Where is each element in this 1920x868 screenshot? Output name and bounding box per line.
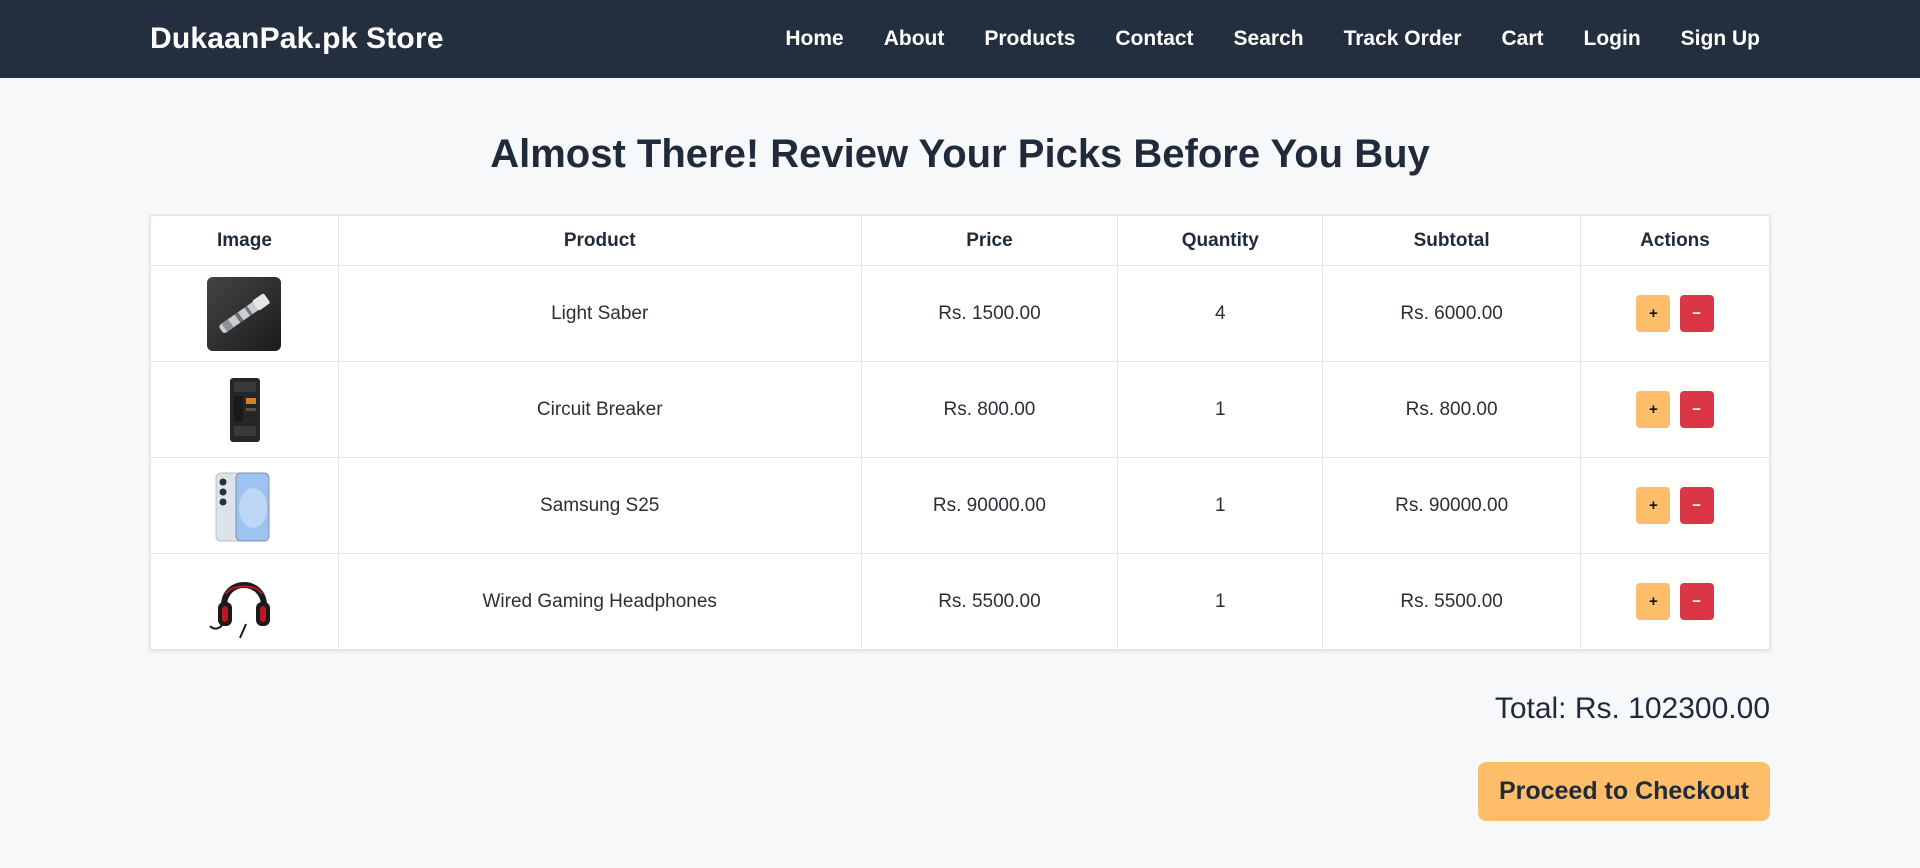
increase-quantity-button[interactable]: + [1636, 583, 1671, 620]
nav-home[interactable]: Home [785, 27, 843, 51]
decrease-quantity-button[interactable]: − [1679, 583, 1714, 620]
product-subtotal: Rs. 800.00 [1322, 361, 1582, 458]
product-quantity: 1 [1117, 553, 1324, 650]
product-name: Samsung S25 [337, 457, 862, 554]
product-subtotal: Rs. 90000.00 [1322, 457, 1582, 554]
nav-cart[interactable]: Cart [1502, 27, 1544, 51]
product-price: Rs. 5500.00 [860, 553, 1119, 650]
circuit-breaker-image [206, 372, 282, 448]
increase-quantity-button[interactable]: + [1636, 391, 1671, 428]
increase-quantity-button[interactable]: + [1636, 487, 1671, 524]
nav-contact[interactable]: Contact [1115, 27, 1193, 51]
product-name: Wired Gaming Headphones [337, 553, 862, 650]
product-quantity: 1 [1117, 457, 1324, 554]
decrease-quantity-button[interactable]: − [1679, 295, 1714, 332]
proceed-to-checkout-button[interactable]: Proceed to Checkout [1477, 762, 1770, 821]
decrease-quantity-button[interactable]: − [1679, 391, 1714, 428]
product-name: Circuit Breaker [337, 361, 862, 458]
checkout-row: Proceed to Checkout [150, 762, 1770, 821]
cart-total: Total: Rs. 102300.00 [1494, 692, 1770, 725]
product-name: Light Saber [337, 265, 862, 362]
header-actions: Actions [1580, 215, 1770, 266]
samsung-phone-image [206, 468, 282, 544]
header-product: Product [337, 215, 862, 266]
brand-logo[interactable]: DukaanPak.pk Store [150, 22, 444, 56]
table-row: Light Saber Rs. 1500.00 4 Rs. 6000.00 + … [150, 265, 1770, 362]
table-row: Samsung S25 Rs. 90000.00 1 Rs. 90000.00 … [150, 457, 1770, 554]
nav-track-order[interactable]: Track Order [1344, 27, 1462, 51]
cart-page: Almost There! Review Your Picks Before Y… [0, 132, 1920, 821]
nav-links: Home About Products Contact Search Track… [745, 27, 1760, 51]
nav-about[interactable]: About [884, 27, 945, 51]
header-image: Image [150, 215, 339, 266]
table-header-row: Image Product Price Quantity Subtotal Ac… [150, 215, 1770, 266]
page-title: Almost There! Review Your Picks Before Y… [490, 132, 1430, 176]
product-price: Rs. 90000.00 [860, 457, 1119, 554]
headphones-image [206, 564, 282, 640]
product-quantity: 1 [1117, 361, 1324, 458]
nav-login[interactable]: Login [1584, 27, 1641, 51]
product-quantity: 4 [1117, 265, 1324, 362]
cart-table-container: Image Product Price Quantity Subtotal Ac… [150, 215, 1770, 650]
product-price: Rs. 1500.00 [860, 265, 1119, 362]
nav-products[interactable]: Products [984, 27, 1075, 51]
navbar: DukaanPak.pk Store Home About Products C… [0, 0, 1920, 78]
nav-sign-up[interactable]: Sign Up [1681, 27, 1760, 51]
decrease-quantity-button[interactable]: − [1679, 487, 1714, 524]
cart-table: Image Product Price Quantity Subtotal Ac… [150, 215, 1770, 650]
product-price: Rs. 800.00 [860, 361, 1119, 458]
light-saber-image [206, 276, 282, 352]
header-quantity: Quantity [1117, 215, 1324, 266]
product-subtotal: Rs. 6000.00 [1322, 265, 1582, 362]
header-subtotal: Subtotal [1322, 215, 1582, 266]
header-price: Price [860, 215, 1119, 266]
nav-search[interactable]: Search [1234, 27, 1304, 51]
table-row: Circuit Breaker Rs. 800.00 1 Rs. 800.00 … [150, 361, 1770, 458]
product-subtotal: Rs. 5500.00 [1322, 553, 1582, 650]
table-row: Wired Gaming Headphones Rs. 5500.00 1 Rs… [150, 553, 1770, 650]
increase-quantity-button[interactable]: + [1636, 295, 1671, 332]
